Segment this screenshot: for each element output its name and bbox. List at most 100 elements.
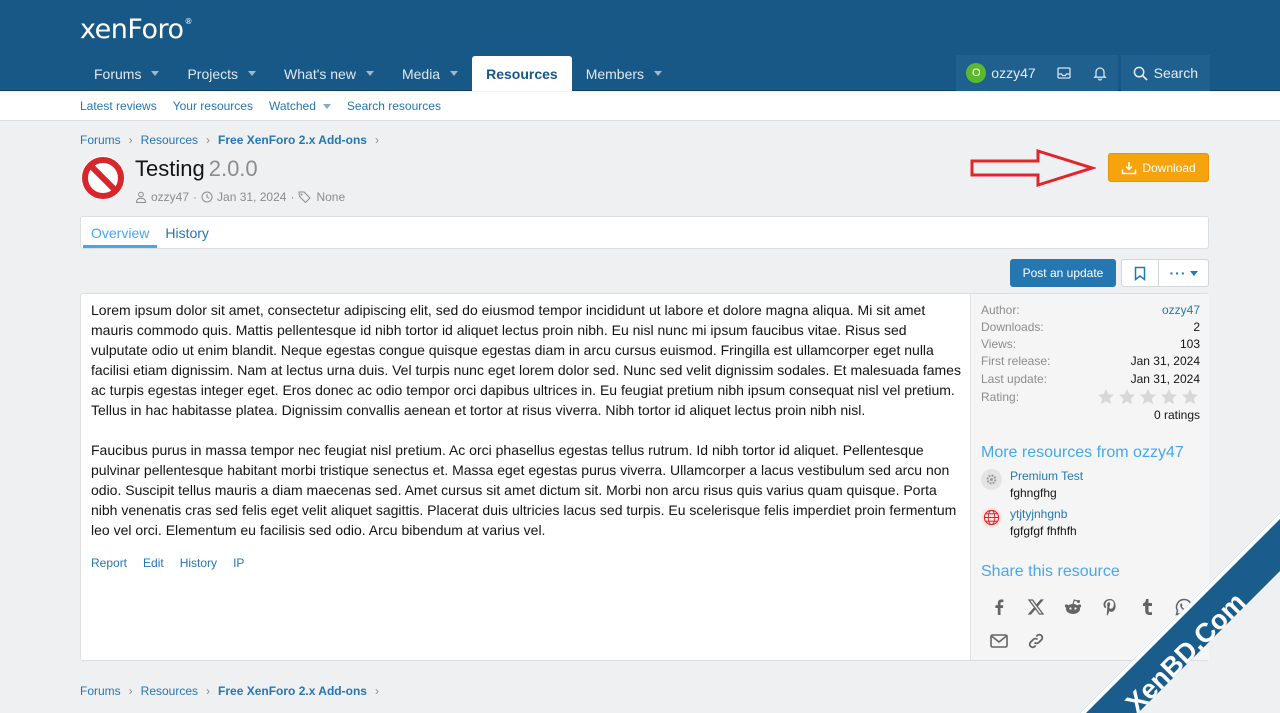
subnav-your-resources[interactable]: Your resources — [173, 99, 253, 113]
x-icon[interactable] — [1026, 597, 1046, 617]
post-actions: Report Edit History IP — [91, 556, 244, 570]
resource-panel: Lorem ipsum dolor sit amet, consectetur … — [80, 293, 1209, 661]
subnav-watched[interactable]: Watched — [269, 99, 331, 113]
star-icon — [1139, 388, 1157, 405]
ip-link[interactable]: IP — [233, 556, 244, 570]
breadcrumb-resources[interactable]: Resources — [141, 133, 198, 147]
resource-date[interactable]: Jan 31, 2024 — [217, 190, 286, 204]
history-link[interactable]: History — [180, 556, 217, 570]
subnav-latest-reviews[interactable]: Latest reviews — [80, 99, 157, 113]
info-first-release: First release: Jan 31, 2024 — [981, 354, 1200, 368]
link-icon[interactable] — [1026, 631, 1046, 651]
breadcrumb-separator-icon: › — [206, 133, 211, 147]
main-nav: Forums Projects What's new Media Resourc… — [80, 56, 676, 91]
clock-icon — [201, 191, 213, 203]
more-resource-title[interactable]: Premium Test — [1010, 469, 1083, 483]
red-arrow-annotation — [970, 148, 1096, 188]
resource-title: Testing — [135, 156, 205, 181]
search-label: Search — [1153, 65, 1198, 81]
report-link[interactable]: Report — [91, 556, 127, 570]
resource-tags: None — [316, 190, 346, 204]
nav-media[interactable]: Media — [388, 56, 472, 91]
tab-overview[interactable]: Overview — [83, 217, 158, 248]
rating-stars — [1097, 388, 1199, 405]
edit-link[interactable]: Edit — [143, 556, 164, 570]
globe-icon[interactable] — [981, 507, 1002, 528]
star-icon — [1181, 388, 1199, 405]
chevron-down-icon[interactable] — [151, 71, 160, 76]
breadcrumb: Forums › Resources › Free XenForo 2.x Ad… — [80, 133, 387, 147]
breadcrumb-resources[interactable]: Resources — [141, 684, 198, 698]
subnav-search-resources[interactable]: Search resources — [347, 99, 441, 113]
breadcrumb-category[interactable]: Free XenForo 2.x Add-ons — [218, 684, 367, 698]
more-icon: ··· — [1169, 265, 1187, 281]
nav-forums[interactable]: Forums — [80, 56, 173, 91]
gear-icon[interactable] — [981, 469, 1002, 490]
tags-icon — [298, 191, 312, 203]
alerts-button[interactable] — [1082, 55, 1118, 91]
chevron-down-icon[interactable] — [654, 71, 663, 76]
download-icon — [1122, 161, 1137, 174]
bell-icon — [1092, 67, 1107, 81]
info-views: Views: 103 — [981, 337, 1200, 351]
xenbd-watermark: XenBD.Com — [1080, 513, 1280, 713]
breadcrumb-forums[interactable]: Forums — [80, 684, 121, 698]
breadcrumb-forums[interactable]: Forums — [80, 133, 121, 147]
nav-resources[interactable]: Resources — [472, 56, 572, 91]
search-button[interactable]: Search — [1120, 55, 1210, 91]
account-link[interactable]: O ozzy47 — [956, 55, 1045, 91]
download-label: Download — [1142, 160, 1196, 175]
more-resources-heading[interactable]: More resources from ozzy47 — [981, 444, 1184, 462]
more-resource-desc: fgfgfgf fhfhfh — [1010, 524, 1077, 538]
download-button[interactable]: Download — [1108, 153, 1209, 182]
sub-nav: Latest reviews Your resources Watched Se… — [0, 92, 1280, 121]
username: ozzy47 — [991, 65, 1036, 81]
author-link[interactable]: ozzy47 — [1162, 303, 1200, 317]
star-icon — [1160, 388, 1178, 405]
chevron-down-icon[interactable] — [322, 103, 331, 109]
info-ratings-count: 0 ratings — [1153, 408, 1200, 422]
resource-author[interactable]: ozzy47 — [151, 190, 189, 204]
breadcrumb-separator-icon: › — [374, 684, 379, 698]
resource-tabs: Overview History — [80, 216, 1209, 249]
info-author: Author: ozzy47 — [981, 303, 1200, 317]
nav-members[interactable]: Members — [572, 56, 676, 91]
star-icon — [1118, 388, 1136, 405]
chevron-down-icon[interactable] — [248, 71, 257, 76]
bookmark-button[interactable] — [1122, 260, 1159, 286]
more-options-button[interactable]: ··· — [1159, 260, 1208, 286]
share-buttons-row-2 — [989, 631, 1046, 651]
user-nav: O ozzy47 Search — [956, 55, 1210, 91]
info-downloads: Downloads: 2 — [981, 320, 1200, 334]
resource-actions-group: ··· — [1121, 259, 1209, 287]
breadcrumb-separator-icon: › — [128, 684, 133, 698]
post-update-button[interactable]: Post an update — [1010, 259, 1116, 287]
avatar: O — [966, 63, 987, 83]
breadcrumb-separator-icon: › — [206, 684, 211, 698]
tab-history[interactable]: History — [157, 217, 217, 248]
chevron-down-icon[interactable] — [450, 71, 459, 76]
breadcrumb-category[interactable]: Free XenForo 2.x Add-ons — [218, 133, 367, 147]
email-icon[interactable] — [989, 631, 1009, 651]
nav-whats-new[interactable]: What's new — [270, 56, 388, 91]
breadcrumb-separator-icon: › — [128, 133, 133, 147]
more-resource-item: Premium Test fghngfhg — [981, 469, 1083, 500]
resource-version: 2.0.0 — [208, 156, 258, 181]
inbox-button[interactable] — [1046, 55, 1082, 91]
description-paragraph: Faucibus purus in massa tempor nec feugi… — [91, 442, 957, 538]
page-title: Testing 2.0.0 — [135, 156, 258, 182]
description-paragraph: Lorem ipsum dolor sit amet, consectetur … — [91, 302, 961, 418]
facebook-icon[interactable] — [989, 597, 1009, 617]
resource-icon — [81, 156, 125, 200]
site-logo[interactable]: xenForo® — [80, 14, 192, 45]
breadcrumb-bottom: Forums › Resources › Free XenForo 2.x Ad… — [80, 684, 387, 698]
resource-description: Lorem ipsum dolor sit amet, consectetur … — [91, 300, 963, 560]
bookmark-icon — [1134, 266, 1146, 281]
info-last-update: Last update: Jan 31, 2024 — [981, 372, 1200, 386]
inbox-icon — [1056, 67, 1071, 79]
more-resource-title[interactable]: ytjtyjnhgnb — [1010, 507, 1077, 521]
chevron-down-icon[interactable] — [365, 71, 374, 76]
star-icon — [1097, 388, 1115, 405]
more-resource-desc: fghngfhg — [1010, 486, 1057, 500]
nav-projects[interactable]: Projects — [173, 56, 270, 91]
